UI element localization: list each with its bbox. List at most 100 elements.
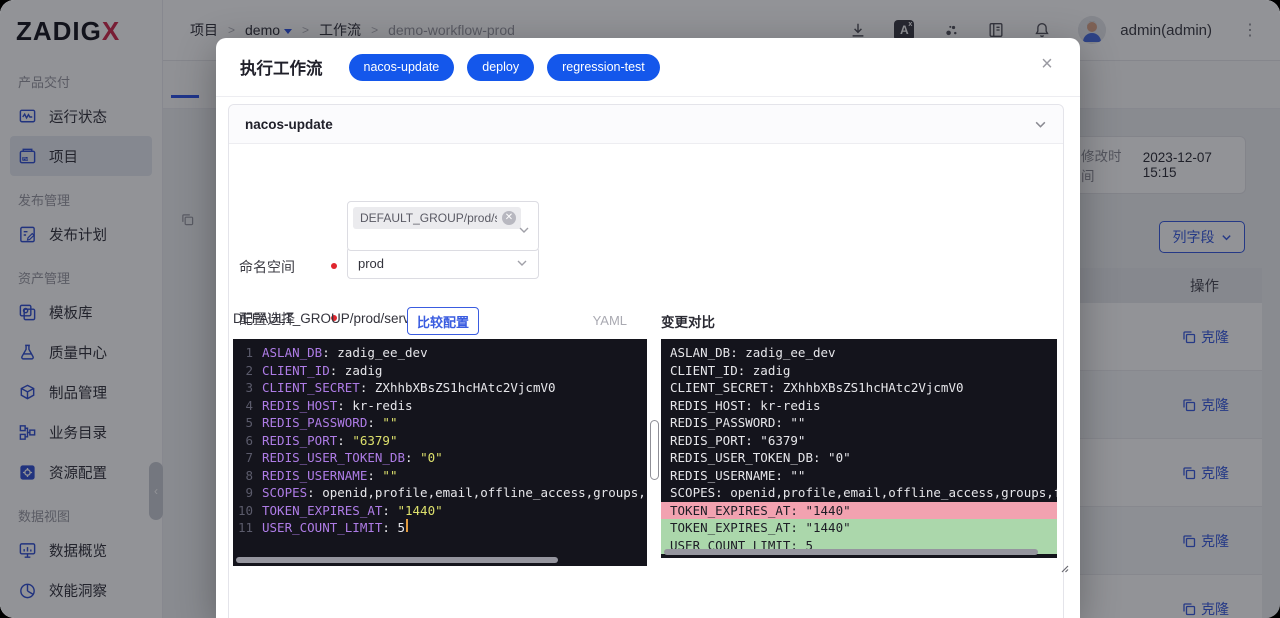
line-number: 1 bbox=[245, 345, 253, 360]
code-line: 3 CLIENT_SECRET: ZXhhbXBsZS1hcHAtc2VjcmV0 bbox=[233, 379, 647, 397]
line-number: 2 bbox=[245, 362, 253, 378]
job-section-header[interactable]: nacos-update bbox=[229, 105, 1063, 144]
line-number: 9 bbox=[245, 485, 253, 500]
yaml-colon: : bbox=[359, 380, 375, 395]
code-line: 6 REDIS_PORT: "6379" bbox=[233, 432, 647, 450]
code-line: 1 ASLAN_DB: zadig_ee_dev bbox=[233, 344, 647, 362]
config-file-name: DEFAULT_GROUP/prod/service3 bbox=[233, 311, 435, 326]
run-workflow-modal: 执行工作流 nacos-update deploy regression-test … bbox=[216, 38, 1080, 618]
chevron-down-icon bbox=[518, 224, 530, 236]
tag-remove-icon[interactable]: ✕ bbox=[502, 211, 516, 225]
diff-line-added: TOKEN_EXPIRES_AT: "1440" bbox=[661, 519, 1057, 537]
text-cursor bbox=[406, 519, 409, 532]
code-line: 2 CLIENT_ID: zadig bbox=[233, 362, 647, 380]
code-line: 4 REDIS_HOST: kr-redis bbox=[233, 397, 647, 415]
yaml-value: ZXhhbXBsZS1hcHAtc2VjcmV0 bbox=[374, 380, 556, 395]
code-line: 8 REDIS_USERNAME: "" bbox=[233, 467, 647, 485]
yaml-key: CLIENT_SECRET bbox=[262, 380, 360, 395]
yaml-colon: : bbox=[367, 415, 383, 430]
yaml-value: openid,profile,email,offline_access,grou… bbox=[322, 485, 647, 500]
close-icon[interactable]: × bbox=[1036, 54, 1058, 76]
horizontal-scrollbar[interactable] bbox=[236, 557, 558, 563]
yaml-colon: : bbox=[337, 397, 353, 413]
diff-line-same: ASLAN_DB: zadig_ee_dev bbox=[670, 345, 836, 360]
yaml-colon: : bbox=[405, 450, 421, 465]
workflow-tab-regression-test[interactable]: regression-test bbox=[547, 53, 660, 81]
resize-corner-icon[interactable] bbox=[1059, 560, 1069, 578]
line-number: 7 bbox=[245, 450, 253, 465]
yaml-key: TOKEN_EXPIRES_AT bbox=[262, 502, 383, 518]
modal-title: 执行工作流 bbox=[240, 60, 323, 78]
namespace-label: 命名空间 bbox=[239, 259, 295, 275]
diff-line-removed: TOKEN_EXPIRES_AT: "1440" bbox=[661, 501, 1057, 519]
yaml-colon: : bbox=[307, 485, 323, 500]
job-section-name: nacos-update bbox=[245, 116, 333, 132]
code-line: 10 TOKEN_EXPIRES_AT: "1440" bbox=[233, 502, 647, 520]
config-tag-label: DEFAULT_GROUP/prod/ser... bbox=[360, 211, 497, 225]
yaml-colon: : bbox=[329, 362, 345, 378]
line-number: 6 bbox=[245, 432, 253, 448]
workflow-tabs: nacos-update deploy regression-test bbox=[348, 53, 660, 81]
chevron-down-icon[interactable] bbox=[1034, 118, 1047, 131]
yaml-value: "6379" bbox=[352, 432, 398, 448]
yaml-key: REDIS_PASSWORD bbox=[262, 415, 368, 430]
app-window: 项目 > demo > 工作流 > demo-workflow-prod Ax admin(… bbox=[0, 0, 1280, 618]
code-line: 9 SCOPES: openid,profile,email,offline_ac… bbox=[233, 484, 647, 502]
yaml-colon: : bbox=[367, 467, 383, 483]
yaml-value: 5 bbox=[397, 520, 406, 535]
yaml-key: ASLAN_DB bbox=[262, 345, 323, 360]
yaml-value: kr-redis bbox=[352, 397, 413, 413]
modal-header: 执行工作流 nacos-update deploy regression-test bbox=[216, 38, 1080, 97]
yaml-colon: : bbox=[382, 502, 398, 518]
yaml-editor[interactable]: 1 ASLAN_DB: zadig_ee_dev 2 CLIENT_ID: zadig… bbox=[233, 339, 647, 566]
diff-line-same: REDIS_PORT: "6379" bbox=[670, 432, 806, 448]
horizontal-scrollbar[interactable] bbox=[664, 549, 1038, 555]
yaml-key: SCOPES bbox=[262, 485, 308, 500]
diff-line-same: SCOPES: openid,profile,email,offline_acc… bbox=[670, 485, 1057, 500]
diff-title: 变更对比 bbox=[661, 315, 715, 330]
chevron-down-icon bbox=[516, 257, 528, 269]
job-section: nacos-update 命名空间 prod 配置选择 DEFAULT_GROU… bbox=[228, 104, 1069, 618]
required-dot bbox=[331, 263, 337, 269]
diff-line-same: REDIS_USERNAME: "" bbox=[670, 467, 806, 483]
diff-line-same: CLIENT_ID: zadig bbox=[670, 362, 791, 378]
yaml-value: zadig_ee_dev bbox=[337, 345, 428, 360]
code-line: 7 REDIS_USER_TOKEN_DB: "0" bbox=[233, 449, 647, 467]
yaml-value: "0" bbox=[420, 450, 443, 465]
yaml-key: REDIS_HOST bbox=[262, 397, 338, 413]
diff-line-same: CLIENT_SECRET: ZXhhbXBsZS1hcHAtc2VjcmV0 bbox=[670, 380, 964, 395]
editor-mode-label: YAML bbox=[592, 313, 627, 328]
diff-viewer[interactable]: ASLAN_DB: zadig_ee_dev CLIENT_ID: zadig CL… bbox=[661, 339, 1057, 558]
workflow-tab-nacos-update[interactable]: nacos-update bbox=[348, 53, 455, 81]
yaml-value: zadig bbox=[344, 362, 383, 378]
code-line: 11 USER_COUNT_LIMIT: 5 bbox=[233, 519, 647, 537]
namespace-value: prod bbox=[358, 255, 385, 271]
diff-line-same: REDIS_USER_TOKEN_DB: "0" bbox=[670, 450, 851, 465]
yaml-value: "" bbox=[382, 467, 398, 483]
yaml-key: REDIS_PORT bbox=[262, 432, 338, 448]
config-tag[interactable]: DEFAULT_GROUP/prod/ser... ✕ bbox=[353, 207, 521, 229]
line-number: 10 bbox=[237, 502, 253, 518]
yaml-colon: : bbox=[382, 520, 398, 535]
yaml-colon: : bbox=[337, 432, 353, 448]
yaml-value: "" bbox=[382, 415, 398, 430]
yaml-key: CLIENT_ID bbox=[262, 362, 330, 378]
config-multiselect[interactable]: DEFAULT_GROUP/prod/ser... ✕ bbox=[347, 201, 539, 251]
yaml-key: USER_COUNT_LIMIT bbox=[262, 520, 383, 535]
yaml-value: "1440" bbox=[397, 502, 443, 518]
yaml-colon: : bbox=[322, 345, 338, 360]
namespace-select[interactable]: prod bbox=[347, 247, 539, 279]
code-line: 5 REDIS_PASSWORD: "" bbox=[233, 414, 647, 432]
line-number: 5 bbox=[245, 415, 253, 430]
line-number: 3 bbox=[245, 380, 253, 395]
compare-config-button[interactable]: 比较配置 bbox=[407, 307, 479, 335]
yaml-key: REDIS_USERNAME bbox=[262, 467, 368, 483]
yaml-key: REDIS_USER_TOKEN_DB bbox=[262, 450, 405, 465]
diff-line-same: REDIS_HOST: kr-redis bbox=[670, 397, 821, 413]
diff-line-same: REDIS_PASSWORD: "" bbox=[670, 415, 806, 430]
pane-resize-handle[interactable] bbox=[650, 420, 659, 480]
line-number: 4 bbox=[245, 397, 253, 413]
line-number: 8 bbox=[245, 467, 253, 483]
line-number: 11 bbox=[237, 520, 253, 535]
workflow-tab-deploy[interactable]: deploy bbox=[467, 53, 535, 81]
